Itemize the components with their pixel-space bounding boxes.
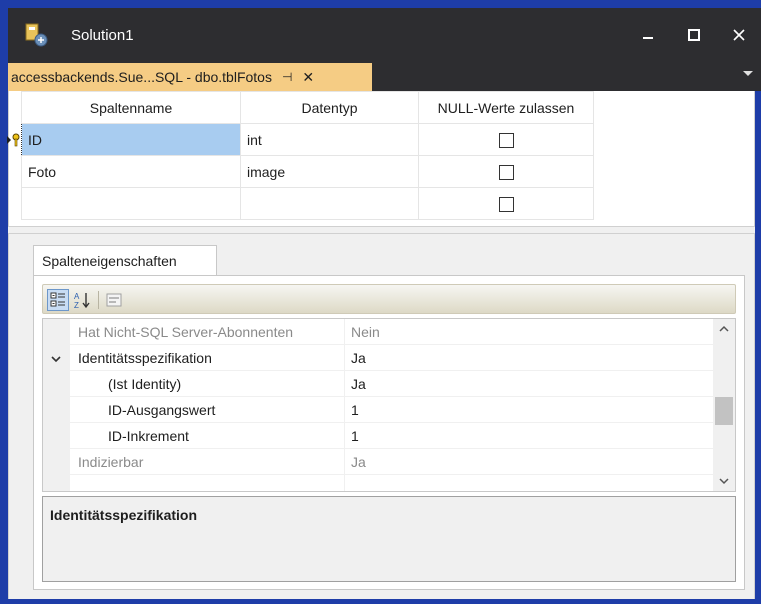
property-description: Identitätsspezifikation	[42, 496, 736, 582]
alphabetical-button[interactable]: A Z	[72, 289, 94, 311]
column-header-type[interactable]: Datentyp	[240, 91, 419, 124]
description-title: Identitätsspezifikation	[50, 507, 198, 523]
table-row[interactable]: ID int	[21, 123, 594, 156]
categorized-icon	[50, 292, 65, 307]
pane-splitter[interactable]	[8, 226, 755, 234]
svg-text:A: A	[74, 292, 80, 301]
data-type-cell[interactable]	[240, 187, 419, 220]
properties-panel: A Z Hat Nicht-SQL Server-Abonnenten Nein…	[33, 275, 745, 590]
pin-icon[interactable]: ⊣	[282, 70, 292, 84]
tab-column-properties[interactable]: Spalteneigenschaften	[33, 245, 217, 276]
row-header	[9, 91, 21, 123]
data-type-cell[interactable]: int	[240, 123, 419, 156]
column-header-name[interactable]: Spaltenname	[21, 91, 241, 124]
property-value[interactable]: Ja	[345, 371, 713, 397]
property-name: ID-Inkrement	[70, 423, 345, 449]
window-title: Solution1	[71, 27, 134, 44]
allow-null-checkbox[interactable]	[498, 132, 514, 148]
close-button[interactable]	[719, 8, 759, 63]
document-tab-strip: accessbackends.Sue...SQL - dbo.tblFotos …	[8, 63, 761, 91]
property-value[interactable]: 1	[345, 397, 713, 423]
tab-label: accessbackends.Sue...SQL - dbo.tblFotos	[11, 69, 272, 85]
close-icon	[733, 28, 745, 44]
property-row[interactable]: Hat Nicht-SQL Server-Abonnenten Nein	[43, 319, 713, 345]
scroll-up-icon[interactable]	[713, 319, 735, 339]
allow-null-checkbox[interactable]	[498, 196, 514, 212]
column-name-cell[interactable]: Foto	[21, 155, 241, 188]
column-properties-pane: Spalteneigenschaften A Z Hat Nicht-SQL S…	[8, 234, 755, 599]
allow-null-cell[interactable]	[418, 155, 594, 188]
sort-alphabetical-icon: A Z	[74, 292, 90, 309]
table-row[interactable]: Foto image	[21, 155, 594, 188]
categorized-button[interactable]	[47, 289, 69, 311]
property-value[interactable]: Ja	[345, 345, 713, 371]
maximize-button[interactable]	[674, 8, 714, 63]
minimize-icon	[642, 28, 654, 44]
property-row[interactable]: Identitätsspezifikation Ja	[43, 345, 713, 371]
table-row[interactable]	[21, 187, 594, 220]
property-toolbar: A Z	[42, 284, 736, 314]
property-row-partial[interactable]	[43, 475, 713, 491]
title-bar[interactable]: Solution1	[8, 8, 761, 63]
property-value[interactable]: Ja	[345, 449, 713, 475]
allow-null-checkbox[interactable]	[498, 164, 514, 180]
maximize-icon	[688, 28, 700, 44]
property-row[interactable]: ID-Inkrement 1	[43, 423, 713, 449]
row-header-selected[interactable]	[7, 124, 21, 156]
column-name-cell[interactable]: ID	[21, 123, 241, 156]
allow-null-cell[interactable]	[418, 123, 594, 156]
app-window: Solution1 accessbackends.Sue...SQL - dbo…	[0, 0, 761, 604]
columns-table: Spaltenname Datentyp NULL-Werte zulassen…	[21, 91, 594, 220]
column-name-cell[interactable]	[21, 187, 241, 220]
property-name: Indizierbar	[70, 449, 345, 475]
primary-key-icon	[7, 133, 20, 147]
scroll-thumb[interactable]	[715, 397, 733, 425]
property-name: (Ist Identity)	[70, 371, 345, 397]
property-name: Hat Nicht-SQL Server-Abonnenten	[70, 319, 345, 345]
property-row[interactable]: ID-Ausgangswert 1	[43, 397, 713, 423]
property-scrollbar[interactable]	[713, 319, 735, 491]
solution-icon	[23, 22, 49, 48]
svg-text:Z: Z	[74, 301, 79, 309]
property-value[interactable]: 1	[345, 423, 713, 449]
minimize-button[interactable]	[628, 8, 668, 63]
scroll-down-icon[interactable]	[713, 471, 735, 491]
tab-close-icon[interactable]: ✕	[302, 69, 314, 86]
table-designer-grid: Spaltenname Datentyp NULL-Werte zulassen…	[7, 91, 755, 226]
tab-overflow-icon[interactable]	[743, 69, 753, 80]
data-type-cell[interactable]: image	[240, 155, 419, 188]
allow-null-cell[interactable]	[418, 187, 594, 220]
property-name: Identitätsspezifikation	[70, 345, 345, 371]
property-pages-icon	[106, 293, 122, 307]
property-pages-button[interactable]	[103, 289, 125, 311]
column-header-null[interactable]: NULL-Werte zulassen	[418, 91, 594, 124]
toolbar-separator	[98, 291, 99, 309]
property-row[interactable]: Indizierbar Ja	[43, 449, 713, 475]
property-grid: Hat Nicht-SQL Server-Abonnenten Nein Ide…	[42, 318, 736, 492]
chevron-down-icon[interactable]	[50, 352, 62, 368]
tab-table-designer[interactable]: accessbackends.Sue...SQL - dbo.tblFotos …	[8, 63, 372, 91]
property-row[interactable]: (Ist Identity) Ja	[43, 371, 713, 397]
property-name: ID-Ausgangswert	[70, 397, 345, 423]
property-value[interactable]: Nein	[345, 319, 713, 345]
